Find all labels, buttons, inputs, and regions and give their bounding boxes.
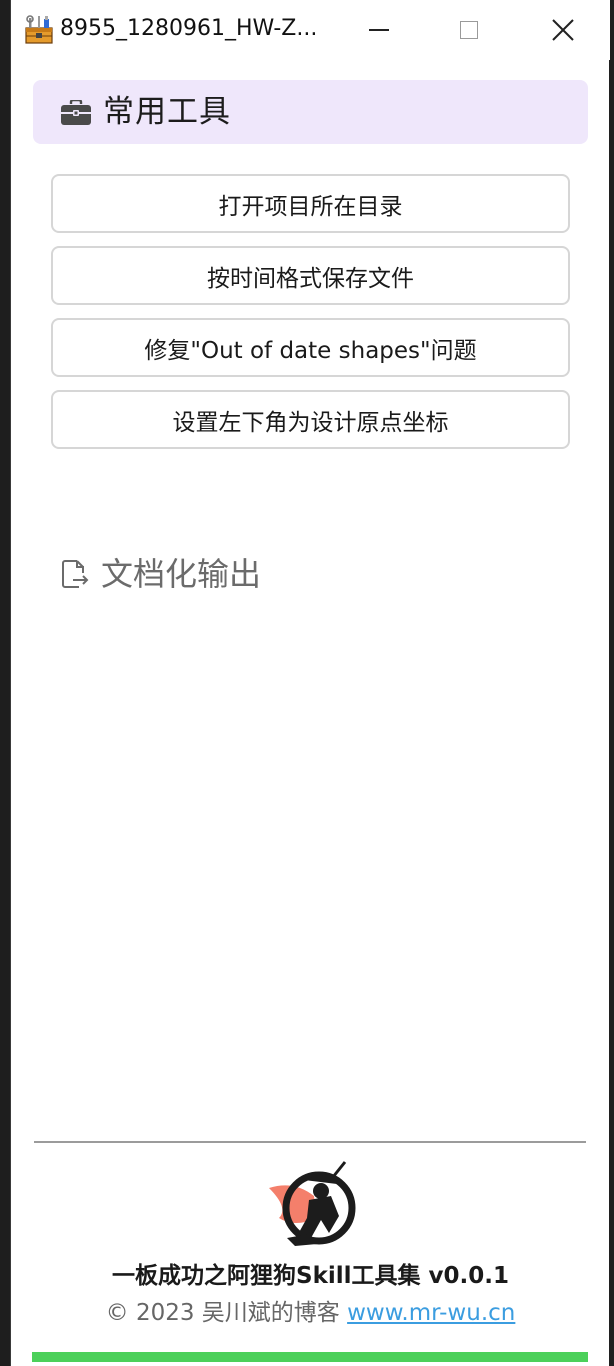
- section-title: 常用工具: [103, 94, 231, 130]
- background-window-left: [0, 0, 10, 1366]
- background-window-right: [609, 0, 614, 1366]
- footer-divider: [34, 1141, 586, 1143]
- window-title: 8955_1280961_HW-Z...: [60, 16, 318, 41]
- briefcase-icon: [61, 100, 91, 125]
- ninja-logo: [269, 1161, 356, 1246]
- title-bar[interactable]: 8955_1280961_HW-Z...: [11, 0, 610, 60]
- fix-out-of-date-shapes-button[interactable]: 修复"Out of date shapes"问题: [51, 318, 570, 377]
- copyright-text: © 2023 吴川斌的博客: [105, 1300, 340, 1326]
- doc-output-label: 文档化输出: [101, 555, 262, 593]
- minimize-button[interactable]: [349, 0, 409, 60]
- set-origin-bottom-left-button[interactable]: 设置左下角为设计原点坐标: [51, 390, 570, 449]
- file-export-icon: [62, 560, 89, 588]
- close-icon: [552, 19, 574, 41]
- progress-fill: [32, 1352, 588, 1362]
- blog-link[interactable]: www.mr-wu.cn: [347, 1300, 515, 1326]
- app-window: 8955_1280961_HW-Z... 常用工具 打开项目所在目录 按时间格式…: [10, 0, 610, 1366]
- product-name: 一板成功之阿狸狗Skill工具集 v0.0.1: [112, 1263, 509, 1289]
- progress-bar: [32, 1352, 588, 1362]
- copyright-line: © 2023 吴川斌的博客 www.mr-wu.cn: [11, 1297, 610, 1329]
- maximize-button[interactable]: [439, 0, 499, 60]
- close-button[interactable]: [533, 0, 593, 60]
- open-project-dir-button[interactable]: 打开项目所在目录: [51, 174, 570, 233]
- save-with-timestamp-button[interactable]: 按时间格式保存文件: [51, 246, 570, 305]
- doc-output-item[interactable]: 文档化输出: [61, 552, 361, 596]
- minimize-icon: [369, 29, 389, 31]
- toolbox-app-icon: [25, 15, 53, 44]
- maximize-icon: [460, 21, 478, 39]
- common-tools-header[interactable]: 常用工具: [33, 80, 588, 144]
